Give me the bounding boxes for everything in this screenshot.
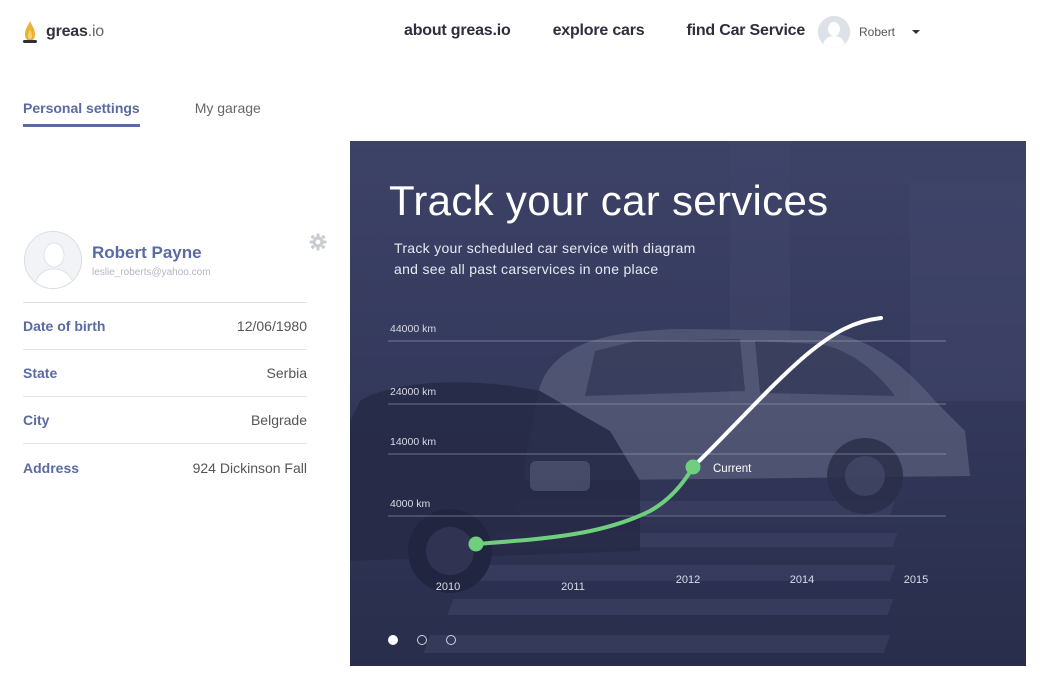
nav-find-car-service[interactable]: find Car Service xyxy=(686,22,805,40)
info-label: Date of birth xyxy=(23,318,106,334)
chart-x-label: 2012 xyxy=(676,574,700,586)
hero-banner: Track your car services Track your sched… xyxy=(350,141,1026,666)
tab-my-garage[interactable]: My garage xyxy=(195,100,261,127)
chart-current-label: Current xyxy=(713,463,752,475)
user-menu[interactable]: Robert xyxy=(818,16,921,48)
profile-email: leslie_roberts@yahoo.com xyxy=(92,267,211,278)
info-row-state: State Serbia xyxy=(23,350,307,397)
profile-header: Robert Payne leslie_roberts@yahoo.com xyxy=(23,231,327,303)
carousel-dot-3[interactable] xyxy=(446,635,456,645)
carousel-dot-1[interactable] xyxy=(388,635,398,645)
chart-y-label: 14000 km xyxy=(390,436,436,448)
chart-point-current xyxy=(685,459,701,475)
logo[interactable]: greas.io xyxy=(20,20,104,44)
info-label: City xyxy=(23,412,50,428)
chart-x-label: 2014 xyxy=(790,574,814,586)
chart-y-label: 24000 km xyxy=(390,386,436,398)
chart-line-future xyxy=(691,316,883,469)
info-value: Serbia xyxy=(266,365,307,381)
chart-x-label: 2015 xyxy=(904,574,928,586)
avatar[interactable] xyxy=(24,231,82,289)
gear-icon[interactable] xyxy=(309,233,327,251)
user-name: Robert xyxy=(859,25,896,39)
profile-card: Robert Payne leslie_roberts@yahoo.com Da… xyxy=(23,231,327,491)
info-label: Address xyxy=(23,459,80,476)
info-value: Belgrade xyxy=(250,412,307,428)
profile-name: Robert Payne xyxy=(92,243,202,262)
user-silhouette-icon xyxy=(818,16,850,48)
tab-personal-settings[interactable]: Personal settings xyxy=(23,100,140,127)
carousel-dot-2[interactable] xyxy=(417,635,427,645)
user-silhouette-icon xyxy=(25,232,81,288)
info-label: State xyxy=(23,365,58,381)
settings-tabs: Personal settings My garage xyxy=(23,100,261,127)
main-nav: about greas.io explore cars find Car Ser… xyxy=(404,22,805,40)
chart-y-label: 4000 km xyxy=(390,498,431,510)
info-value: 12/06/1980 xyxy=(236,318,307,334)
chart-y-label: 44000 km xyxy=(390,323,436,335)
chart-point-start xyxy=(468,536,484,552)
chart-line-past xyxy=(474,465,695,546)
info-row-address: Address 924 Dickinson Fall xyxy=(23,444,307,491)
info-row-date-of-birth: Date of birth 12/06/1980 xyxy=(23,303,307,350)
chevron-down-icon[interactable] xyxy=(912,30,921,34)
chart-x-label: 2010 xyxy=(436,581,460,593)
carousel-pagination xyxy=(388,635,456,645)
logo-flame-icon xyxy=(23,21,37,43)
service-chart: 44000 km 24000 km 14000 km 4000 km 2010 2011 2… xyxy=(388,316,946,593)
info-value: 924 Dickinson Fall xyxy=(192,459,307,476)
chart-x-label: 2011 xyxy=(561,581,585,593)
user-avatar xyxy=(818,16,850,48)
info-row-city: City Belgrade xyxy=(23,397,307,444)
logo-text: greas.io xyxy=(46,23,105,40)
nav-explore-cars[interactable]: explore cars xyxy=(553,22,645,40)
nav-about[interactable]: about greas.io xyxy=(404,22,511,40)
